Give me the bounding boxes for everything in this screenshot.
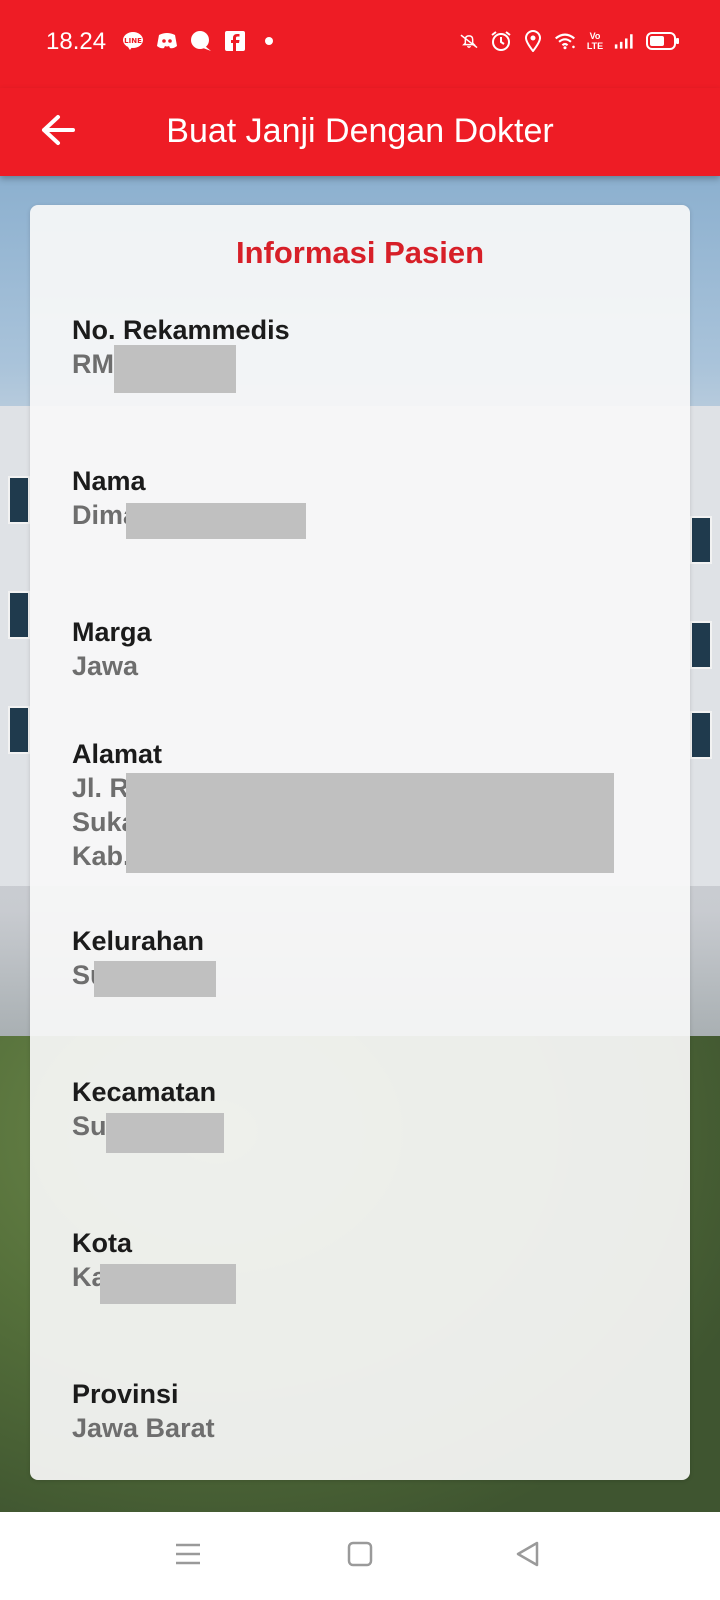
field-label: Kelurahan [72,926,205,956]
facebook-icon [224,30,246,52]
page-title: Buat Janji Dengan Dokter [166,112,554,150]
chat-bubble-icon [190,30,212,52]
redaction-block [126,773,614,873]
nav-back-button[interactable] [506,1534,550,1578]
battery-icon [646,30,680,52]
redaction-block [94,961,216,997]
mute-icon [458,30,480,52]
field-kelurahan: Kelurahan Su [72,924,652,997]
field-marga: Marga Jawa [72,615,652,683]
field-label: Kecamatan [72,1077,217,1107]
notification-icons: LINE [122,30,280,52]
field-label: Nama [72,466,146,496]
field-label: Kota [72,1228,132,1258]
field-label: Alamat [72,739,163,769]
field-kecamatan: Kecamatan Su [72,1075,652,1153]
system-icons: Vo LTE [458,30,680,52]
field-label: Provinsi [72,1379,179,1409]
redaction-block [114,345,236,393]
home-square-icon [347,1541,373,1572]
field-value: Jawa Barat [72,1413,215,1443]
redaction-block [126,503,306,539]
menu-icon [174,1542,202,1571]
field-kota: Kota Ka [72,1226,652,1304]
status-time: 18.24 [46,28,107,55]
svg-text:LINE: LINE [124,37,142,45]
field-label: Marga [72,617,152,647]
field-value: Jawa [72,651,139,681]
app-bar: Buat Janji Dengan Dokter [0,88,720,176]
signal-icon [614,30,636,52]
dot-icon [258,30,280,52]
wifi-icon [554,30,576,52]
field-rekammedis: No. Rekammedis RM [72,313,652,393]
patient-info-card: Informasi Pasien No. Rekammedis RM Nama … [30,205,690,1480]
field-label: No. Rekammedis [72,315,290,345]
nav-menu-button[interactable] [166,1534,210,1578]
redaction-block [106,1113,224,1153]
redaction-block [100,1264,236,1304]
field-nama: Nama Dima [72,464,652,539]
status-bar: 18.24 LINE Vo LTE [0,0,720,88]
card-title: Informasi Pasien [235,235,485,270]
field-alamat: Alamat Jl. R Suka Kab. [72,737,652,873]
system-nav-bar [0,1512,720,1600]
discord-icon [156,30,178,52]
line-icon: LINE [122,30,144,52]
volte-icon: Vo LTE [586,31,604,51]
alarm-icon [490,30,512,52]
nav-home-button[interactable] [338,1534,382,1578]
back-triangle-icon [515,1540,541,1573]
field-provinsi: Provinsi Jawa Barat [72,1377,652,1445]
location-icon [522,30,544,52]
